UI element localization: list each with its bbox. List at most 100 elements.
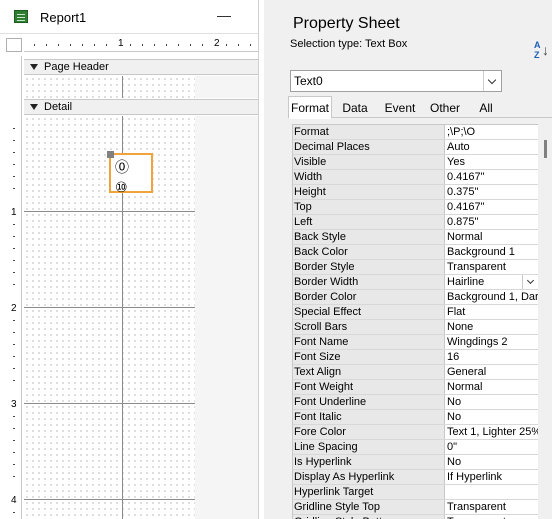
- band-collapse-icon: [30, 64, 38, 70]
- chevron-down-icon[interactable]: [522, 275, 538, 289]
- property-name: Gridline Style Top: [293, 500, 445, 514]
- band-collapse-icon: [30, 104, 38, 110]
- property-name: Font Italic: [293, 410, 445, 424]
- property-value[interactable]: ;\P;\O: [445, 125, 538, 139]
- property-value[interactable]: Flat: [445, 305, 538, 319]
- property-name: Font Weight: [293, 380, 445, 394]
- property-value[interactable]: 0": [445, 440, 538, 454]
- page-header-band-bar[interactable]: Page Header: [24, 59, 258, 75]
- property-row[interactable]: Fore Color Text 1, Lighter 25%: [293, 425, 538, 440]
- property-row[interactable]: Format ;\P;\O: [293, 125, 538, 140]
- tab-all[interactable]: All: [468, 98, 504, 118]
- property-row[interactable]: Border Style Transparent: [293, 260, 538, 275]
- property-row[interactable]: Height 0.375": [293, 185, 538, 200]
- property-row[interactable]: Decimal Places Auto: [293, 140, 538, 155]
- property-value[interactable]: 16: [445, 350, 538, 364]
- property-sheet: Property Sheet Selection type: Text Box …: [264, 0, 552, 519]
- property-row[interactable]: Back Style Normal: [293, 230, 538, 245]
- property-name: Hyperlink Target: [293, 485, 445, 499]
- property-row[interactable]: Font Weight Normal: [293, 380, 538, 395]
- property-value[interactable]: Transparent: [445, 515, 538, 519]
- tab-data[interactable]: Data: [334, 98, 376, 118]
- property-name: Scroll Bars: [293, 320, 445, 334]
- property-name: Visible: [293, 155, 445, 169]
- property-value[interactable]: Yes: [445, 155, 538, 169]
- ruler-number: 1: [118, 38, 124, 49]
- detail-band-bar[interactable]: Detail: [24, 99, 258, 115]
- page-header-section[interactable]: [24, 76, 195, 98]
- property-value[interactable]: Text 1, Lighter 25%: [445, 425, 538, 439]
- property-row[interactable]: Back Color Background 1: [293, 245, 538, 260]
- property-row[interactable]: Gridline Style BottomTransparent: [293, 515, 538, 519]
- property-value[interactable]: 0.4167": [445, 200, 538, 214]
- sort-az-icon[interactable]: A Z ↓: [534, 40, 552, 62]
- property-value[interactable]: Background 1: [445, 245, 538, 259]
- property-row[interactable]: Text Align General: [293, 365, 538, 380]
- property-value[interactable]: No: [445, 410, 538, 424]
- property-row[interactable]: Hyperlink Target: [293, 485, 538, 500]
- property-value[interactable]: Normal: [445, 230, 538, 244]
- tab-other[interactable]: Other: [424, 98, 466, 118]
- property-row[interactable]: Gridline Style Top Transparent: [293, 500, 538, 515]
- ruler-number: 2: [214, 38, 220, 49]
- report-selector-box[interactable]: [6, 38, 22, 52]
- property-name: Is Hyperlink: [293, 455, 445, 469]
- object-selector-dropdown[interactable]: Text0: [290, 70, 502, 92]
- scrollbar-thumb[interactable]: [544, 140, 547, 158]
- property-name: Back Style: [293, 230, 445, 244]
- property-value[interactable]: Wingdings 2: [445, 335, 538, 349]
- property-row[interactable]: Border Width Hairline: [293, 275, 538, 290]
- vertical-ruler[interactable]: 1 2 3 4: [6, 56, 22, 519]
- property-row[interactable]: Font Italic No: [293, 410, 538, 425]
- property-row[interactable]: Special Effect Flat: [293, 305, 538, 320]
- pane-divider[interactable]: [258, 0, 262, 519]
- property-name: Text Align: [293, 365, 445, 379]
- property-row[interactable]: Is Hyperlink No: [293, 455, 538, 470]
- property-value[interactable]: [445, 485, 538, 499]
- minimize-icon[interactable]: [217, 16, 231, 17]
- property-value[interactable]: General: [445, 365, 538, 379]
- property-grid: Format ;\P;\O Decimal Places Auto Visible Yes…: [292, 124, 538, 519]
- property-grid-scrollbar[interactable]: [538, 124, 552, 519]
- horizontal-ruler[interactable]: 1 2: [24, 38, 258, 52]
- property-name: Font Underline: [293, 395, 445, 409]
- property-value[interactable]: Auto: [445, 140, 538, 154]
- property-value[interactable]: If Hyperlink: [445, 470, 538, 484]
- property-row[interactable]: Display As Hyperlink If Hyperlink: [293, 470, 538, 485]
- property-value[interactable]: 0.875": [445, 215, 538, 229]
- vruler-number: 2: [11, 303, 17, 314]
- property-row[interactable]: Width 0.4167": [293, 170, 538, 185]
- property-value[interactable]: Normal: [445, 380, 538, 394]
- property-value[interactable]: Transparent: [445, 500, 538, 514]
- tab-format[interactable]: Format: [288, 96, 332, 119]
- vruler-number: 3: [11, 399, 17, 410]
- property-row[interactable]: Left 0.875": [293, 215, 538, 230]
- property-name: Border Style: [293, 260, 445, 274]
- report-icon: [14, 10, 28, 23]
- property-value[interactable]: Transparent: [445, 260, 538, 274]
- property-row[interactable]: Font Size 16: [293, 350, 538, 365]
- property-value[interactable]: 0.4167": [445, 170, 538, 184]
- property-row[interactable]: Line Spacing 0": [293, 440, 538, 455]
- property-row[interactable]: Font Underline No: [293, 395, 538, 410]
- object-selector-value: Text0: [294, 74, 323, 88]
- property-row[interactable]: Top 0.4167": [293, 200, 538, 215]
- property-row[interactable]: Scroll Bars None: [293, 320, 538, 335]
- detail-band-label: Detail: [44, 101, 73, 113]
- property-value[interactable]: Background 1, Dar: [445, 290, 538, 304]
- property-value[interactable]: None: [445, 320, 538, 334]
- property-name: Font Size: [293, 350, 445, 364]
- property-row[interactable]: Font Name Wingdings 2: [293, 335, 538, 350]
- property-value[interactable]: No: [445, 455, 538, 469]
- text0-textbox-control[interactable]: ⓪ ⑩: [107, 151, 153, 196]
- property-name: Special Effect: [293, 305, 445, 319]
- tab-event[interactable]: Event: [376, 98, 424, 118]
- property-name: Line Spacing: [293, 440, 445, 454]
- property-value[interactable]: No: [445, 395, 538, 409]
- move-handle[interactable]: [107, 151, 114, 158]
- chevron-down-icon[interactable]: [483, 71, 501, 91]
- property-value[interactable]: 0.375": [445, 185, 538, 199]
- property-name: Height: [293, 185, 445, 199]
- property-row[interactable]: Visible Yes: [293, 155, 538, 170]
- property-row[interactable]: Border Color Background 1, Dar: [293, 290, 538, 305]
